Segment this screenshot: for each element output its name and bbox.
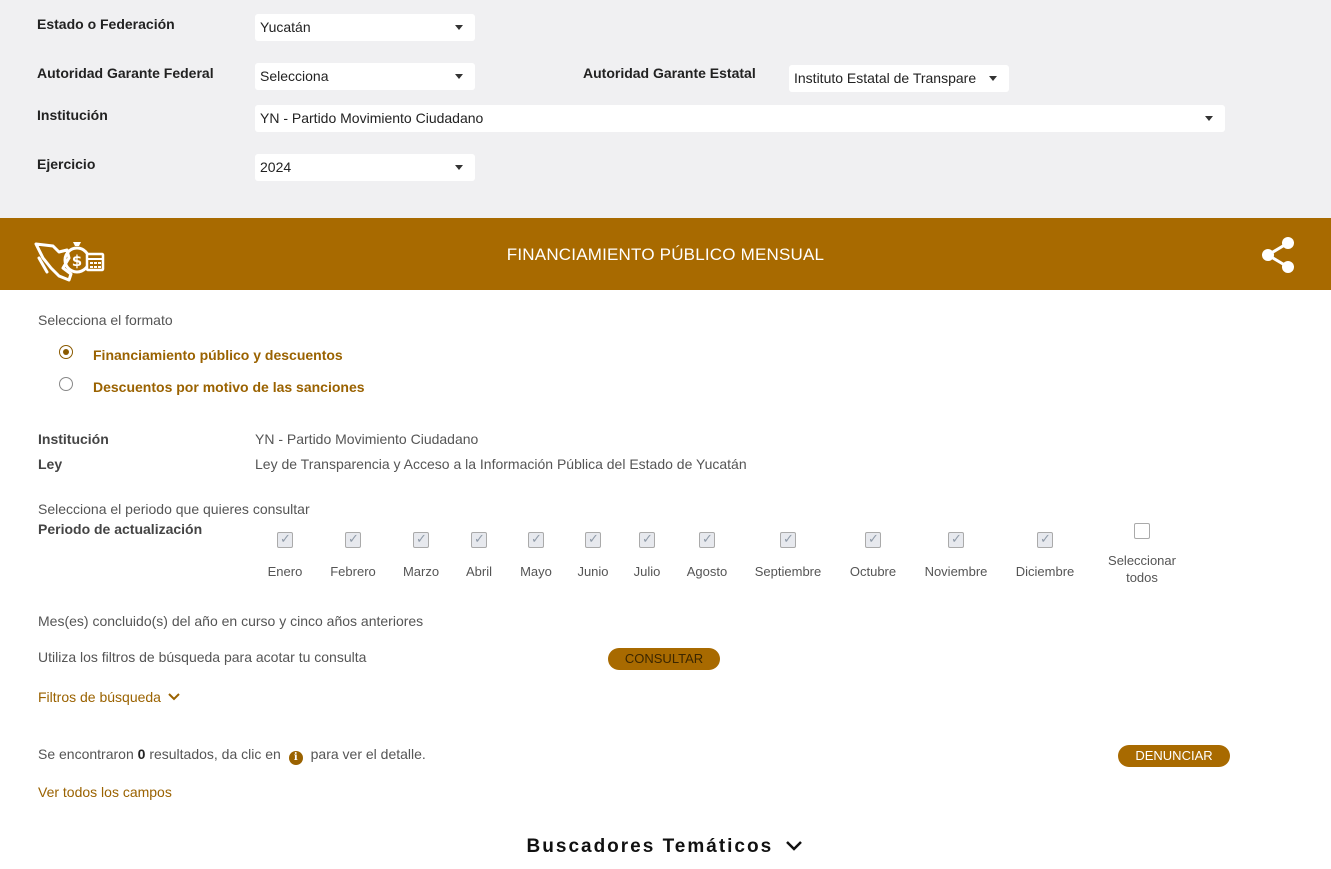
radio-financiamiento-label[interactable]: Financiamiento público y descuentos bbox=[93, 347, 343, 363]
month-label: Septiembre bbox=[754, 564, 822, 579]
checkbox[interactable] bbox=[699, 531, 715, 548]
month-julio[interactable]: Julio bbox=[630, 531, 664, 579]
month-febrero[interactable]: Febrero bbox=[326, 531, 380, 579]
month-label: Diciembre bbox=[1015, 564, 1075, 579]
ejercicio-select[interactable]: 2024 bbox=[255, 154, 475, 181]
autoridad-federal-select[interactable]: Selecciona bbox=[255, 63, 475, 90]
radio-descuentos[interactable] bbox=[59, 377, 73, 391]
month-label: Julio bbox=[633, 564, 661, 579]
checkbox[interactable] bbox=[1037, 531, 1053, 548]
institucion-select[interactable]: YN - Partido Movimiento Ciudadano bbox=[255, 105, 1225, 132]
autoridad-federal-select-value: Selecciona bbox=[260, 68, 329, 84]
results-summary: Se encontraron 0 resultados, da clic en … bbox=[38, 746, 426, 765]
month-label: Agosto bbox=[686, 564, 728, 579]
month-octubre[interactable]: Octubre bbox=[844, 531, 902, 579]
autoridad-federal-label: Autoridad Garante Federal bbox=[37, 65, 214, 81]
month-label: Marzo bbox=[402, 564, 440, 579]
checkbox[interactable] bbox=[471, 531, 487, 548]
select-all-label-1: Seleccionar bbox=[1108, 553, 1176, 568]
share-icon[interactable] bbox=[1260, 236, 1296, 274]
radio-financiamiento[interactable] bbox=[59, 345, 73, 359]
estado-select-value: Yucatán bbox=[260, 19, 311, 35]
caret-down-icon bbox=[1205, 116, 1213, 121]
caret-down-icon bbox=[989, 76, 997, 81]
svg-text:$: $ bbox=[72, 252, 82, 270]
radio-descuentos-label[interactable]: Descuentos por motivo de las sanciones bbox=[93, 379, 365, 395]
results-prefix: Se encontraron bbox=[38, 746, 134, 762]
periodo-label: Periodo de actualización bbox=[38, 521, 203, 537]
caret-down-icon bbox=[455, 25, 463, 30]
chevron-down-icon bbox=[168, 693, 180, 701]
month-label: Noviembre bbox=[924, 564, 988, 579]
checkbox[interactable] bbox=[585, 531, 601, 548]
autoridad-estatal-select-value: Instituto Estatal de Transpare bbox=[794, 70, 977, 86]
month-label: Febrero bbox=[330, 564, 376, 579]
checkbox[interactable] bbox=[345, 531, 361, 548]
section-banner: FINANCIAMIENTO PÚBLICO MENSUAL bbox=[0, 218, 1331, 290]
month-noviembre[interactable]: Noviembre bbox=[920, 531, 992, 579]
month-diciembre[interactable]: Diciembre bbox=[1011, 531, 1079, 579]
ver-todos-los-campos-link[interactable]: Ver todos los campos bbox=[38, 784, 172, 800]
info-icon: i bbox=[288, 751, 303, 765]
autoridad-estatal-select[interactable]: Instituto Estatal de Transpare bbox=[789, 65, 1009, 92]
month-agosto[interactable]: Agosto bbox=[683, 531, 731, 579]
ejercicio-select-value: 2024 bbox=[260, 159, 292, 175]
institucion-info-value: YN - Partido Movimiento Ciudadano bbox=[255, 431, 479, 447]
results-count: 0 bbox=[137, 746, 146, 762]
ley-label: Ley bbox=[38, 456, 63, 472]
filtros-busqueda-link[interactable]: Filtros de búsqueda bbox=[38, 689, 181, 705]
select-all[interactable]: Seleccionar todos bbox=[1104, 523, 1180, 586]
banner-title: FINANCIAMIENTO PÚBLICO MENSUAL bbox=[506, 245, 825, 264]
institucion-info-label: Institución bbox=[38, 431, 109, 447]
buscadores-tematicos-label: Buscadores Temáticos bbox=[526, 836, 774, 857]
checkbox[interactable] bbox=[865, 531, 881, 548]
chevron-down-icon bbox=[786, 841, 803, 851]
checkbox[interactable] bbox=[413, 531, 429, 548]
periodo-prompt: Selecciona el periodo que quieres consul… bbox=[38, 501, 310, 517]
month-junio[interactable]: Junio bbox=[574, 531, 612, 579]
institucion-filter-label: Institución bbox=[37, 107, 108, 123]
results-middle: resultados, da clic en bbox=[149, 746, 281, 762]
month-label: Enero bbox=[267, 564, 303, 579]
month-mayo[interactable]: Mayo bbox=[516, 531, 556, 579]
caret-down-icon bbox=[455, 74, 463, 79]
institucion-select-value: YN - Partido Movimiento Ciudadano bbox=[260, 110, 484, 126]
checkbox[interactable] bbox=[639, 531, 655, 548]
formato-label: Selecciona el formato bbox=[38, 312, 173, 328]
ley-value: Ley de Transparencia y Acceso a la Infor… bbox=[255, 456, 747, 472]
buscadores-tematicos-toggle[interactable]: Buscadores Temáticos bbox=[0, 836, 1331, 858]
autoridad-estatal-label: Autoridad Garante Estatal bbox=[583, 65, 756, 81]
month-abril[interactable]: Abril bbox=[462, 531, 496, 579]
caret-down-icon bbox=[455, 165, 463, 170]
checkbox[interactable] bbox=[948, 531, 964, 548]
periodo-note: Mes(es) concluido(s) del año en curso y … bbox=[38, 613, 424, 629]
denunciar-button[interactable]: DENUNCIAR bbox=[1118, 745, 1230, 767]
consulta-hint: Utiliza los filtros de búsqueda para aco… bbox=[38, 649, 367, 665]
month-marzo[interactable]: Marzo bbox=[399, 531, 443, 579]
checkbox[interactable] bbox=[277, 531, 293, 548]
month-label: Mayo bbox=[520, 564, 552, 579]
mexico-money-calendar-icon: $ bbox=[34, 242, 105, 282]
select-all-label-2: todos bbox=[1126, 570, 1158, 585]
ejercicio-label: Ejercicio bbox=[37, 156, 96, 172]
month-septiembre[interactable]: Septiembre bbox=[750, 531, 826, 579]
month-label: Octubre bbox=[849, 564, 897, 579]
month-label: Junio bbox=[577, 564, 609, 579]
month-label: Abril bbox=[465, 564, 492, 579]
consultar-button[interactable]: CONSULTAR bbox=[608, 648, 720, 670]
select-all-checkbox[interactable] bbox=[1134, 523, 1150, 539]
month-enero[interactable]: Enero bbox=[265, 531, 305, 579]
checkbox[interactable] bbox=[528, 531, 544, 548]
checkbox[interactable] bbox=[780, 531, 796, 548]
estado-select[interactable]: Yucatán bbox=[255, 14, 475, 41]
results-suffix: para ver el detalle. bbox=[310, 746, 426, 762]
filtros-busqueda-label: Filtros de búsqueda bbox=[38, 689, 161, 705]
estado-label: Estado o Federación bbox=[37, 16, 175, 32]
